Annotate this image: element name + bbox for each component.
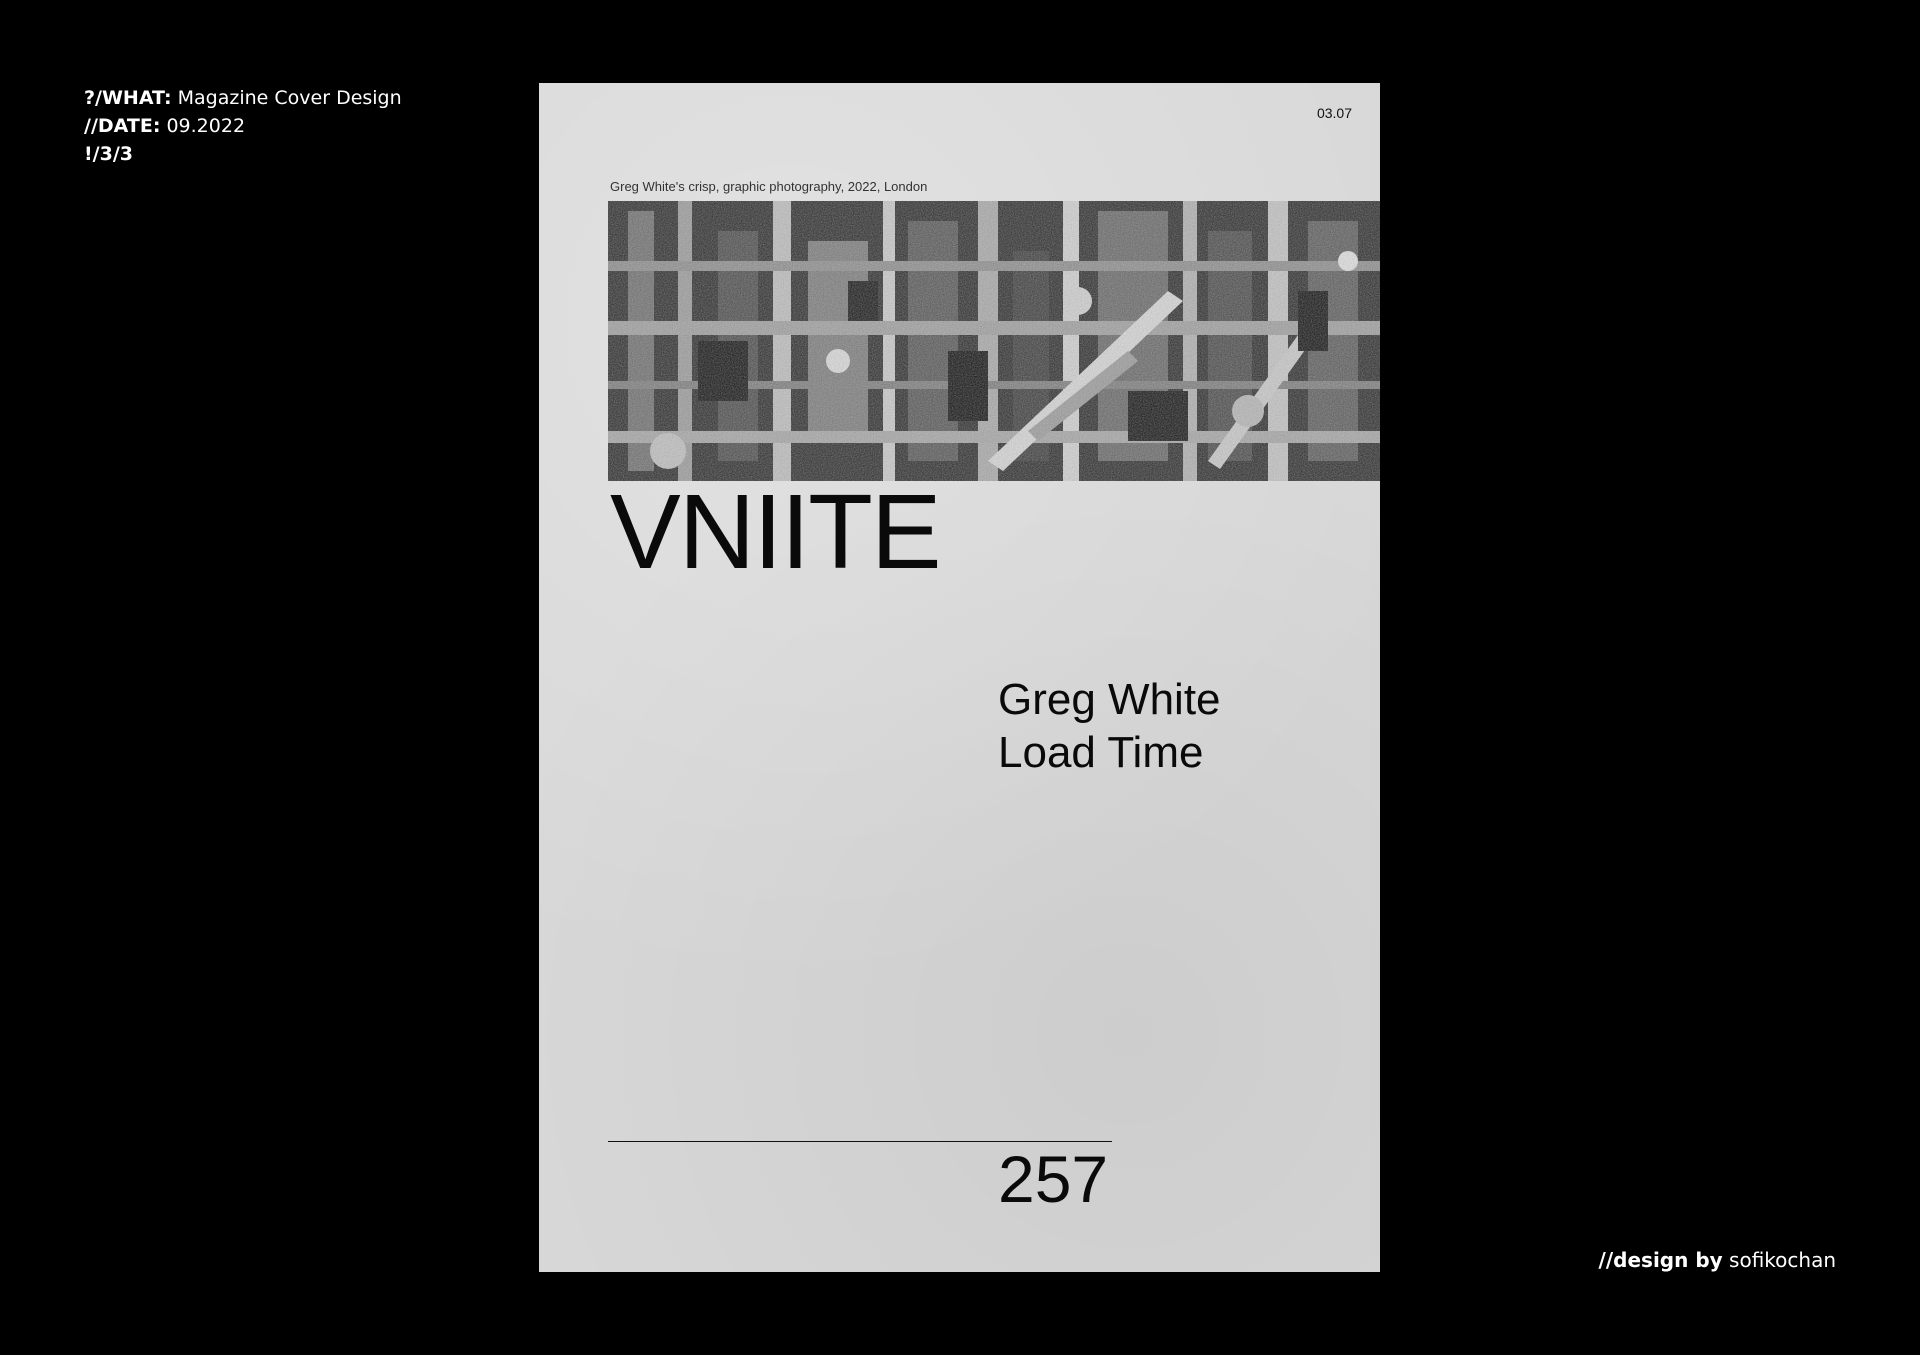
issue-number: 257 [998,1142,1109,1216]
machinery-photo-icon [608,201,1380,481]
meta-date-value: 09.2022 [166,115,246,137]
photo-caption: Greg White's crisp, graphic photography,… [610,179,928,194]
design-credit: //design by sofikochan [1599,1248,1836,1272]
credit-author: sofikochan [1729,1248,1836,1272]
project-meta: ?/WHAT: Magazine Cover Design //DATE: 09… [84,84,402,168]
industrial-machinery-photo [608,201,1380,481]
meta-date-label: //DATE: [84,115,161,137]
masthead-title: VNIITE [610,473,942,591]
meta-date: //DATE: 09.2022 [84,112,402,140]
meta-what-value: Magazine Cover Design [177,87,402,109]
meta-page-index-value: !/3/3 [84,143,133,165]
credit-label: //design by [1598,1248,1723,1272]
meta-page-index: !/3/3 [84,140,402,168]
magazine-cover: 03.07 Greg White's crisp, graphic photog… [539,83,1380,1272]
issue-date: 03.07 [1316,105,1352,121]
headline-line-2: Load Time [998,728,1204,777]
headline-line-1: Greg White [998,675,1221,724]
meta-what-label: ?/WHAT: [84,87,172,109]
meta-what: ?/WHAT: Magazine Cover Design [84,84,402,112]
cover-headline: Greg White Load Time [998,673,1221,779]
presentation-canvas: ?/WHAT: Magazine Cover Design //DATE: 09… [0,0,1920,1355]
